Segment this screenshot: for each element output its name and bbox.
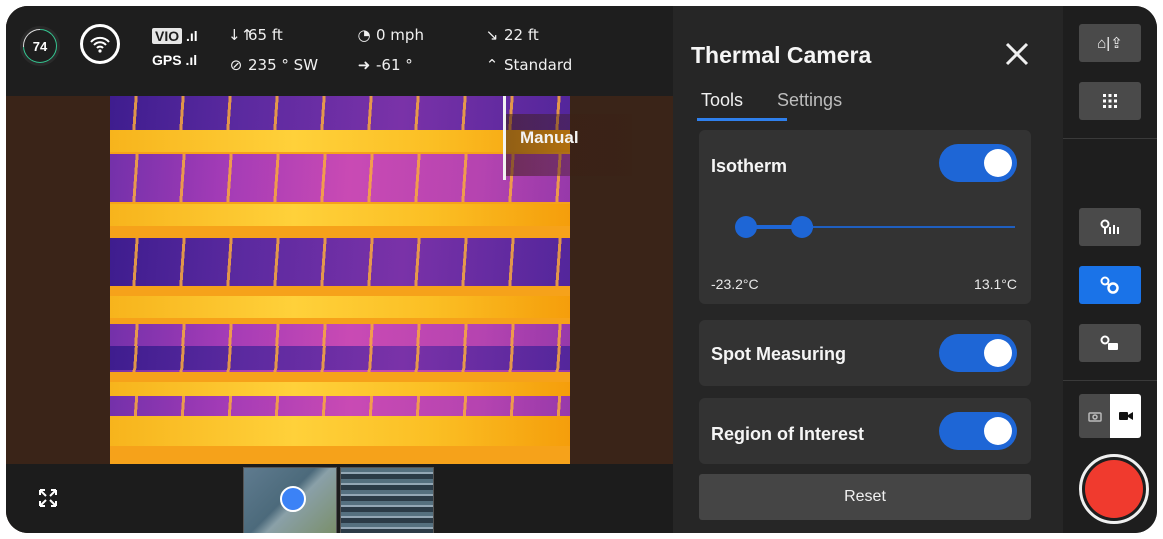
flight-mode-icon: ⌃ <box>485 56 499 74</box>
wifi-signal-icon <box>90 36 110 53</box>
tab-settings[interactable]: Settings <box>777 90 842 117</box>
distance-arrow-icon: ↘ <box>485 26 499 44</box>
panel-tabs: Tools Settings <box>701 90 842 117</box>
gps-signal-icon: .ıl <box>185 52 198 68</box>
video-mode-button[interactable] <box>1110 394 1141 438</box>
hot-strip <box>110 416 570 446</box>
grid-menu-button[interactable] <box>1079 82 1141 120</box>
speed-value: 0 mph <box>376 26 424 44</box>
video-camera-icon <box>1118 412 1133 420</box>
isotherm-card: Isotherm -23.2°C 13.1°C <box>699 130 1031 304</box>
active-tab-indicator <box>697 118 787 121</box>
altitude-value: 65 ft <box>248 26 283 44</box>
close-x-icon <box>1005 42 1029 66</box>
gimbal-value: -61 ° <box>376 56 413 74</box>
app-frame: Manual 74 VIO .ıl GPS .ıl ↓↑65 ft ⊘ 235 ° <box>6 6 1157 533</box>
solar-panel-row <box>110 346 570 370</box>
close-icon[interactable] <box>999 36 1035 72</box>
camera-pin-icon <box>1100 335 1118 350</box>
gps-status: GPS .ıl <box>152 52 197 68</box>
right-rail: ⌂|⇪ <box>1063 6 1157 533</box>
region-of-interest-card: Region of Interest <box>699 398 1031 464</box>
tab-tools[interactable]: Tools <box>701 90 743 117</box>
vio-signal-icon: .ıl <box>186 28 198 44</box>
heading-value: 235 ° SW <box>248 56 319 74</box>
spot-measuring-toggle[interactable] <box>939 334 1017 372</box>
panel-title: Thermal Camera <box>691 42 872 68</box>
drone-location-icon <box>280 486 306 512</box>
region-of-interest-label: Region of Interest <box>711 424 865 444</box>
reset-button[interactable]: Reset <box>699 474 1031 520</box>
vio-status: VIO .ıl <box>152 28 198 44</box>
photo-camera-icon <box>1087 412 1102 422</box>
heading-readout: ⊘ 235 ° SW <box>228 56 318 74</box>
map-pin-tool-button[interactable] <box>1079 208 1141 246</box>
region-of-interest-toggle[interactable] <box>939 412 1017 450</box>
thermal-camera-panel: Thermal Camera Tools Settings Isotherm -… <box>673 6 1063 533</box>
altitude-readout: ↓↑65 ft <box>228 26 283 44</box>
solar-panel-row <box>110 238 570 286</box>
distance-readout: ↘ 22 ft <box>484 26 539 44</box>
isotherm-min-handle[interactable] <box>735 216 757 238</box>
rail-divider <box>1063 138 1157 139</box>
record-dot-icon <box>1085 460 1143 518</box>
isotherm-max-handle[interactable] <box>791 216 813 238</box>
compass-icon: ⊘ <box>229 56 243 74</box>
isotherm-toggle[interactable] <box>939 144 1017 182</box>
fullscreen-arrows-icon <box>39 489 57 507</box>
toggle-knob <box>984 417 1012 445</box>
speed-readout: ◔ 0 mph <box>356 26 424 44</box>
camera-pin-tool-button[interactable] <box>1079 324 1141 362</box>
gps-label: GPS <box>152 52 182 68</box>
toggle-knob <box>984 339 1012 367</box>
spot-measure-icon <box>1100 276 1119 294</box>
hot-strip <box>110 204 570 226</box>
home-return-button[interactable]: ⌂|⇪ <box>1079 24 1141 62</box>
focus-mode-label[interactable]: Manual <box>506 114 632 176</box>
wifi-icon[interactable] <box>80 24 120 64</box>
spot-measuring-label: Spot Measuring <box>711 344 847 364</box>
hot-strip <box>110 296 570 318</box>
gimbal-readout: ➜ -61 ° <box>356 56 413 74</box>
map-thumbnail[interactable] <box>243 467 337 533</box>
flight-mode-readout[interactable]: ⌃ Standard <box>484 56 573 74</box>
gimbal-icon: ➜ <box>357 56 371 74</box>
grid-dots-icon <box>1103 94 1117 108</box>
isotherm-min-value: -23.2°C <box>711 276 759 292</box>
spot-measuring-card: Spot Measuring <box>699 320 1031 386</box>
home-return-icon: ⌂|⇪ <box>1097 35 1123 52</box>
isotherm-label: Isotherm <box>711 156 788 176</box>
telemetry-bar: 74 VIO .ıl GPS .ıl ↓↑65 ft ⊘ 235 ° SW ◔ 0 … <box>6 6 673 96</box>
bottom-bar <box>6 464 673 533</box>
distance-value: 22 ft <box>504 26 539 44</box>
solar-panel-row <box>110 96 570 130</box>
battery-indicator[interactable]: 74 <box>20 26 60 66</box>
flight-mode-value: Standard <box>504 56 573 74</box>
isotherm-max-value: 13.1°C <box>974 276 1017 292</box>
altitude-arrows-icon: ↓↑ <box>228 26 254 44</box>
spot-measure-tool-button[interactable] <box>1079 266 1141 304</box>
rail-divider <box>1063 380 1157 381</box>
solar-panel-row <box>110 154 570 202</box>
vio-label: VIO <box>152 28 183 44</box>
expand-icon[interactable] <box>36 486 60 510</box>
visual-camera-thumbnail[interactable] <box>340 467 434 533</box>
battery-value: 74 <box>24 30 56 62</box>
photo-mode-button[interactable] <box>1079 394 1110 438</box>
map-pin-icon <box>1100 219 1119 234</box>
hot-strip <box>110 130 570 152</box>
speedometer-icon: ◔ <box>357 26 371 44</box>
record-button[interactable] <box>1079 454 1149 524</box>
thermal-image[interactable] <box>110 96 570 466</box>
toggle-knob <box>984 149 1012 177</box>
capture-mode-switch[interactable] <box>1079 394 1141 438</box>
